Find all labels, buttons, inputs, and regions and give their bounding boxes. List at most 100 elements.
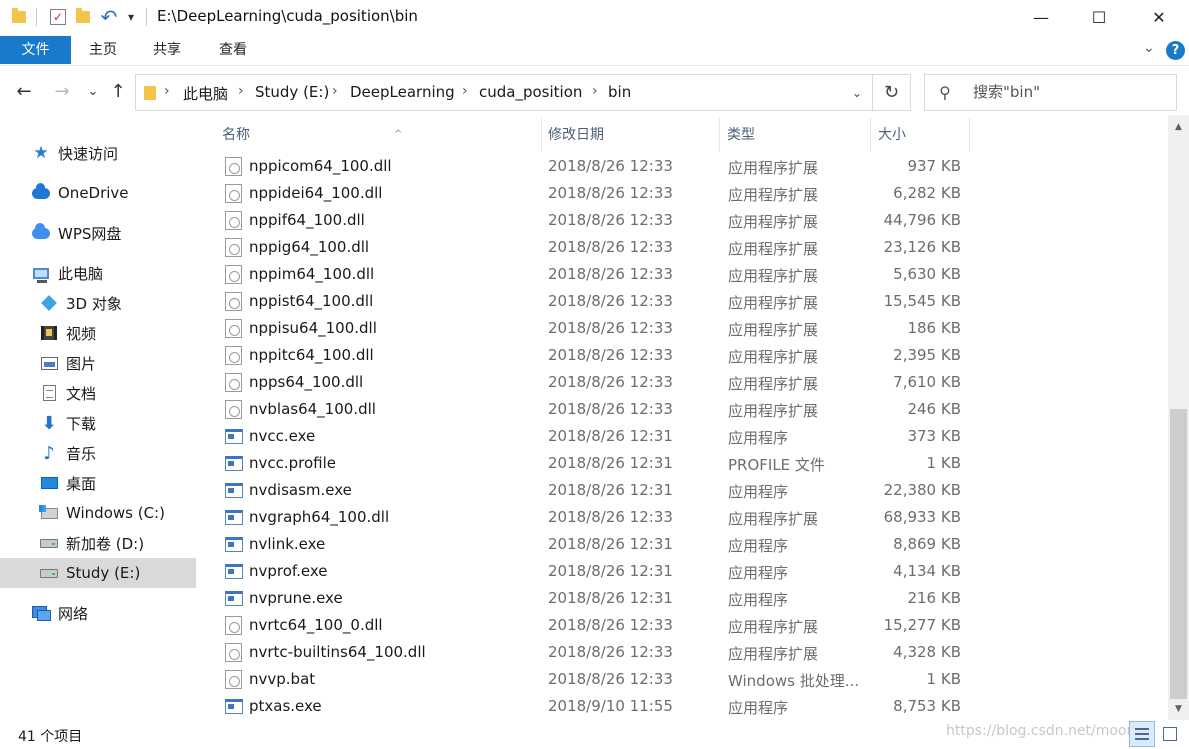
file-row[interactable]: ptxas.exe 2018/9/10 11:55 应用程序 8,753 KB (222, 693, 970, 720)
sidebar-item-quick-access[interactable]: ★ 快速访问 (0, 138, 196, 168)
sidebar-item-downloads[interactable]: ⬇ 下载 (0, 408, 196, 438)
file-size: 5,630 KB (893, 265, 961, 283)
up-button[interactable]: ↑ (106, 79, 130, 103)
file-row[interactable]: nvcc.profile 2018/8/26 12:31 PROFILE 文件 1 K… (222, 450, 970, 477)
file-row[interactable]: nppif64_100.dll 2018/8/26 12:33 应用程序扩展 44,7… (222, 207, 970, 234)
details-view-button[interactable] (1129, 721, 1155, 747)
file-date-modified: 2018/8/26 12:31 (548, 562, 673, 580)
recent-locations-button[interactable]: ⌄ (84, 79, 102, 103)
search-box[interactable]: ⚲ (924, 74, 1177, 111)
file-row[interactable]: nvprof.exe 2018/8/26 12:31 应用程序 4,134 KB (222, 558, 970, 585)
properties-button[interactable]: ✓ (48, 8, 68, 26)
tab-home[interactable]: 主页 (71, 36, 135, 64)
file-row[interactable]: nppist64_100.dll 2018/8/26 12:33 应用程序扩展 15,… (222, 288, 970, 315)
sidebar-item-onedrive[interactable]: OneDrive (0, 178, 196, 208)
tab-share[interactable]: 共享 (135, 36, 199, 64)
executable-file-icon (225, 429, 243, 444)
file-row[interactable]: nppim64_100.dll 2018/8/26 12:33 应用程序扩展 5,63… (222, 261, 970, 288)
file-row[interactable]: nvblas64_100.dll 2018/8/26 12:33 应用程序扩展 246… (222, 396, 970, 423)
cube-3d-icon (40, 294, 58, 312)
sidebar-item-label: 音乐 (66, 444, 97, 463)
back-button[interactable]: ← (12, 79, 36, 103)
column-header-type[interactable]: 类型 (727, 118, 871, 152)
minimize-button[interactable]: — (1019, 0, 1063, 34)
sidebar-item-this-pc[interactable]: 此电脑 (0, 258, 196, 288)
address-history-button[interactable]: ⌄ (842, 75, 872, 110)
file-size: 4,328 KB (893, 643, 961, 661)
sidebar-item-label: 视频 (66, 324, 97, 343)
toolbar-divider (36, 8, 37, 26)
file-row[interactable]: nvgraph64_100.dll 2018/8/26 12:33 应用程序扩展 68… (222, 504, 970, 531)
customize-toolbar-button[interactable]: ▾ (124, 8, 138, 26)
file-row[interactable]: nvdisasm.exe 2018/8/26 12:31 应用程序 22,380 KB (222, 477, 970, 504)
file-row[interactable]: nvrtc-builtins64_100.dll 2018/8/26 12:33 应… (222, 639, 970, 666)
file-row[interactable]: nvlink.exe 2018/8/26 12:31 应用程序 8,869 KB (222, 531, 970, 558)
scrollbar-thumb[interactable] (1170, 409, 1187, 699)
file-name: nvblas64_100.dll (249, 400, 376, 418)
file-row[interactable]: nppisu64_100.dll 2018/8/26 12:33 应用程序扩展 186… (222, 315, 970, 342)
dll-file-icon (225, 157, 242, 176)
folder-icon (11, 8, 27, 26)
dll-file-icon (225, 400, 242, 419)
sidebar-item-videos[interactable]: 视频 (0, 318, 196, 348)
file-size: 68,933 KB (883, 508, 961, 526)
forward-button[interactable]: → (50, 79, 74, 103)
file-row[interactable]: nvrtc64_100_0.dll 2018/8/26 12:33 应用程序扩展 15… (222, 612, 970, 639)
refresh-button[interactable]: ↻ (872, 75, 910, 110)
file-row[interactable]: nppitc64_100.dll 2018/8/26 12:33 应用程序扩展 2,3… (222, 342, 970, 369)
file-row[interactable]: nppidei64_100.dll 2018/8/26 12:33 应用程序扩展 6,… (222, 180, 970, 207)
breadcrumb-deeplearning[interactable]: DeepLearning (350, 83, 455, 101)
dll-file-icon (225, 643, 242, 662)
sidebar-item-volume-d[interactable]: 新加卷 (D:) (0, 528, 196, 558)
maximize-button[interactable]: ☐ (1077, 0, 1121, 34)
expand-ribbon-button[interactable]: ⌄ (1143, 40, 1155, 56)
file-size: 1 KB (926, 670, 961, 688)
new-folder-button[interactable] (74, 8, 92, 26)
system-drive-icon (38, 504, 58, 522)
large-icons-view-button[interactable] (1157, 721, 1183, 747)
search-input[interactable] (973, 83, 1168, 101)
sidebar-item-music[interactable]: ♪ 音乐 (0, 438, 196, 468)
sidebar-item-network[interactable]: 网络 (0, 598, 196, 628)
sidebar-item-study-e[interactable]: Study (E:) (0, 558, 196, 588)
breadcrumb-cuda-position[interactable]: cuda_position (479, 83, 582, 101)
file-row[interactable]: nvcc.exe 2018/8/26 12:31 应用程序 373 KB (222, 423, 970, 450)
file-row[interactable]: npps64_100.dll 2018/8/26 12:33 应用程序扩展 7,610… (222, 369, 970, 396)
column-header-name[interactable]: 名称 ^ (222, 118, 542, 152)
file-row[interactable]: nvvp.bat 2018/8/26 12:33 Windows 批处理... 1 K… (222, 666, 970, 693)
scroll-up-button[interactable]: ▲ (1168, 119, 1189, 136)
breadcrumb-bin[interactable]: bin (608, 83, 631, 101)
column-header-size[interactable]: 大小 (878, 118, 970, 152)
file-date-modified: 2018/8/26 12:33 (548, 265, 673, 283)
file-type: 应用程序 (728, 564, 789, 582)
address-bar[interactable]: › 此电脑 › Study (E:) › DeepLearning › cuda… (135, 74, 911, 111)
breadcrumb-study-drive[interactable]: Study (E:) (255, 83, 329, 101)
scroll-down-button[interactable]: ▼ (1168, 701, 1189, 718)
file-row[interactable]: nppig64_100.dll 2018/8/26 12:33 应用程序扩展 23,1… (222, 234, 970, 261)
sidebar-item-wps-drive[interactable]: WPS网盘 (0, 218, 196, 248)
sidebar-item-desktop[interactable]: 桌面 (0, 468, 196, 498)
tab-view[interactable]: 查看 (199, 36, 267, 64)
item-count: 41 个项目 (18, 729, 83, 745)
dll-file-icon (225, 346, 242, 365)
tab-file[interactable]: 文件 (0, 36, 71, 64)
sidebar-item-pictures[interactable]: 图片 (0, 348, 196, 378)
dll-file-icon (225, 292, 242, 311)
help-button[interactable]: ? (1166, 41, 1185, 60)
forward-arrow-icon: → (54, 80, 70, 102)
executable-file-icon (225, 456, 243, 471)
file-row[interactable]: nvprune.exe 2018/8/26 12:31 应用程序 216 KB (222, 585, 970, 612)
column-header-date-modified[interactable]: 修改日期 (548, 118, 720, 152)
file-size: 8,869 KB (893, 535, 961, 553)
file-name: nvprof.exe (249, 562, 328, 580)
file-size: 373 KB (907, 427, 961, 445)
breadcrumb-this-pc[interactable]: 此电脑 (183, 83, 228, 104)
undo-button[interactable]: ↶ (98, 5, 120, 29)
sidebar-item-3d-objects[interactable]: 3D 对象 (0, 288, 196, 318)
vertical-scrollbar[interactable]: ▲ ▼ (1168, 115, 1189, 720)
close-button[interactable]: ✕ (1137, 0, 1181, 34)
sidebar-item-windows-c[interactable]: Windows (C:) (0, 498, 196, 528)
sidebar-item-documents[interactable]: 文档 (0, 378, 196, 408)
help-icon: ? (1171, 43, 1180, 58)
file-row[interactable]: nppicom64_100.dll 2018/8/26 12:33 应用程序扩展 93… (222, 153, 970, 180)
